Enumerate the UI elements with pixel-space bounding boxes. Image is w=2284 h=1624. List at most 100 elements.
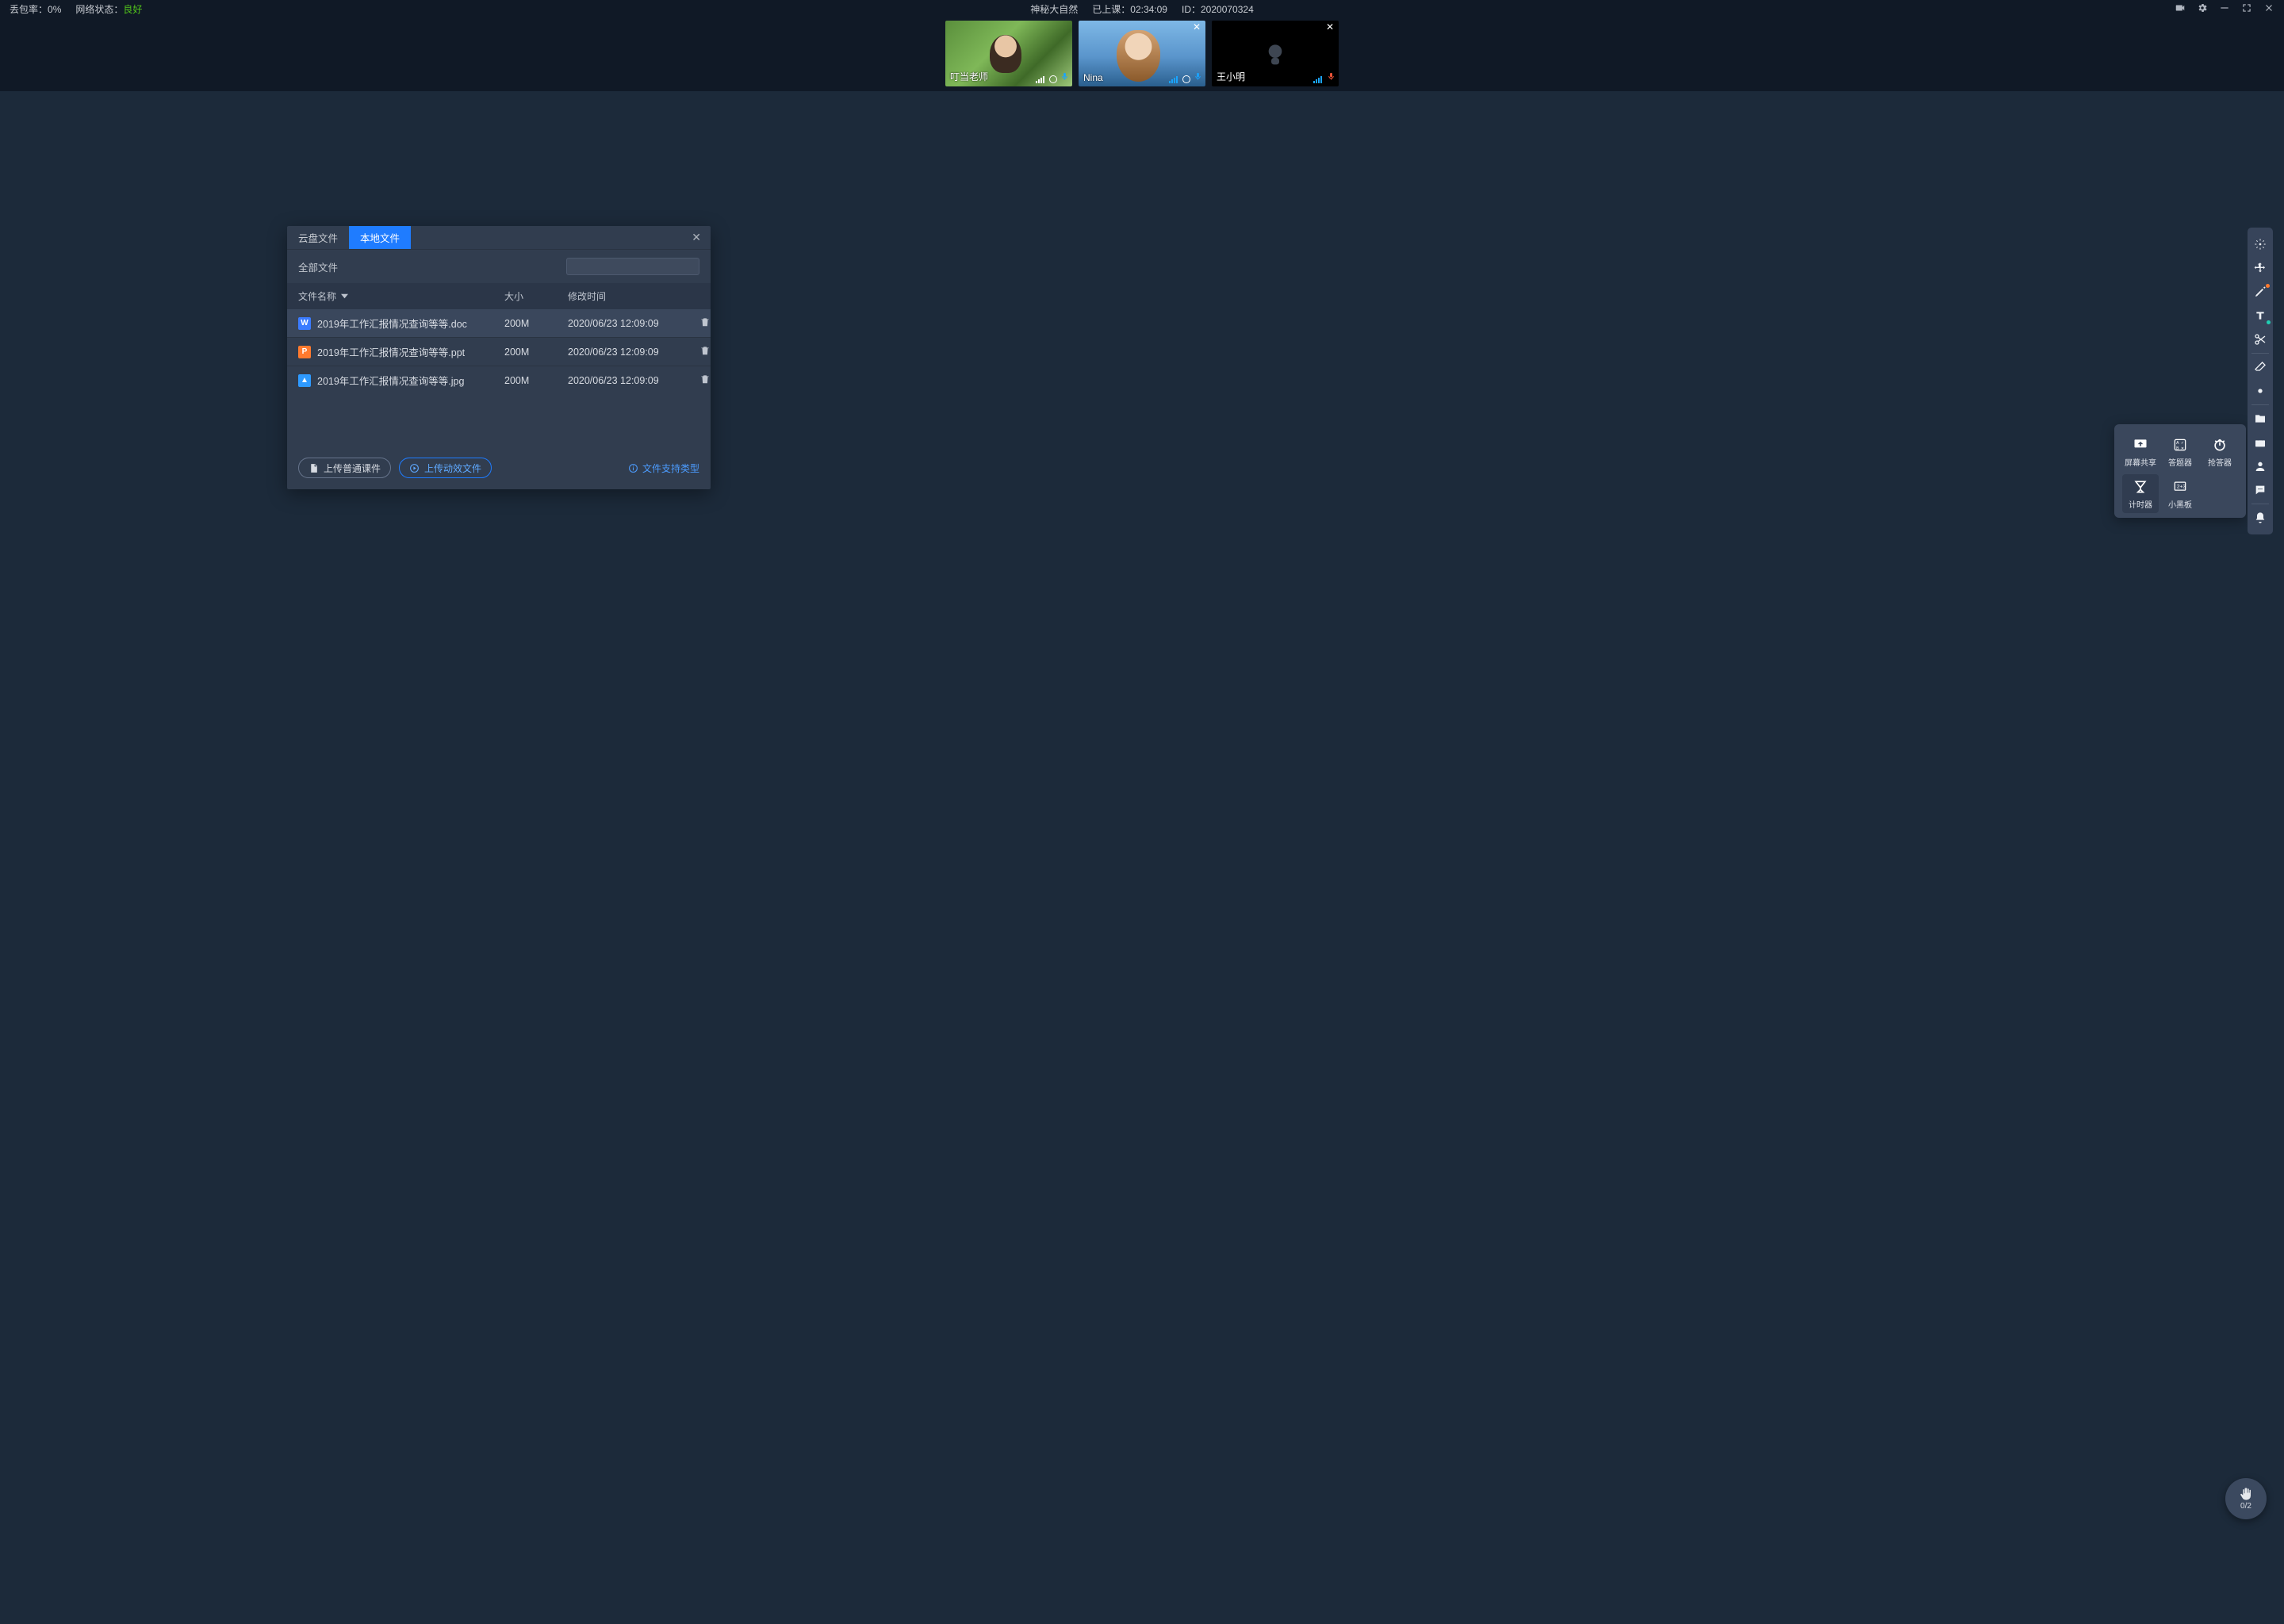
vt-folder-button[interactable] xyxy=(2248,407,2273,431)
vt-text-button[interactable] xyxy=(2248,304,2273,327)
all-files-label[interactable]: 全部文件 xyxy=(298,259,338,274)
play-icon xyxy=(409,463,420,473)
toolbox-label: 小黑板 xyxy=(2168,498,2192,510)
packet-loss: 丢包率：0% xyxy=(10,2,61,16)
file-name: 2019年工作汇报情况查询等等.doc xyxy=(317,316,467,331)
doc-icon xyxy=(308,463,319,473)
file-mtime: 2020/06/23 12:09:09 xyxy=(568,347,687,358)
network-status: 网络状态：良好 xyxy=(75,2,142,16)
file-mtime: 2020/06/23 12:09:09 xyxy=(568,318,687,329)
signal-bars-icon xyxy=(1169,76,1178,83)
col-size[interactable]: 大小 xyxy=(504,289,568,303)
class-duration: 已上课：02:34:09 xyxy=(1092,2,1167,16)
toolbox-screen_share[interactable]: 屏幕共享 xyxy=(2122,432,2159,471)
toolbox-label: 答题器 xyxy=(2168,456,2192,468)
room-id: ID：2020070324 xyxy=(1182,2,1254,16)
ppt-file-icon: P xyxy=(298,346,311,358)
video-strip: 叮当老师 ✕ Nina ✕ 王小明 xyxy=(0,17,2284,91)
camera-toggle-icon[interactable] xyxy=(2175,2,2186,16)
svg-text:2+3: 2+3 xyxy=(2177,485,2186,490)
file-row[interactable]: W 2019年工作汇报情况查询等等.doc 200M 2020/06/23 12… xyxy=(287,309,711,338)
camera-indicator-icon xyxy=(1049,75,1057,83)
toolbox-label: 计时器 xyxy=(2129,498,2152,510)
file-header: 文件名称 大小 修改时间 xyxy=(287,283,711,309)
mic-icon xyxy=(1194,71,1202,83)
file-dialog: 云盘文件 本地文件 ✕ 全部文件 文件名称 大小 修改时间 W 2019年工作汇… xyxy=(287,226,711,489)
hand-count: 0/2 xyxy=(2240,1502,2251,1511)
video-tile[interactable]: ✕ Nina xyxy=(1079,21,1205,86)
mic-icon xyxy=(1060,71,1069,83)
video-tile[interactable]: ✕ 王小明 xyxy=(1212,21,1339,86)
vt-pen-button[interactable] xyxy=(2248,280,2273,304)
tab-local-files[interactable]: 本地文件 xyxy=(349,226,411,249)
svg-text:A: A xyxy=(2176,441,2179,446)
toolbox-blackboard[interactable]: 2+3 小黑板 xyxy=(2162,474,2198,513)
close-icon[interactable] xyxy=(2263,2,2274,16)
svg-text:✕: ✕ xyxy=(2181,446,2184,451)
file-support-link[interactable]: 文件支持类型 xyxy=(628,462,699,475)
upload-fx-button[interactable]: 上传动效文件 xyxy=(399,458,492,478)
mic-icon xyxy=(1327,71,1336,83)
vt-scissors-button[interactable] xyxy=(2248,327,2273,351)
status-center: 神秘大自然 已上课：02:34:09 ID：2020070324 xyxy=(1030,2,1254,16)
dialog-close-icon[interactable]: ✕ xyxy=(682,231,711,244)
delete-file-icon[interactable] xyxy=(699,373,711,387)
tile-close-icon[interactable]: ✕ xyxy=(1191,22,1202,33)
col-mtime[interactable]: 修改时间 xyxy=(568,289,687,303)
hand-raise-button[interactable]: 0/2 xyxy=(2225,1478,2267,1519)
toolbox-label: 屏幕共享 xyxy=(2125,456,2156,468)
status-bar: 丢包率：0% 网络状态：良好 神秘大自然 已上课：02:34:09 ID：202… xyxy=(0,0,2284,17)
file-name: 2019年工作汇报情况查询等等.jpg xyxy=(317,373,464,388)
vertical-toolbar xyxy=(2248,228,2273,534)
file-size: 200M xyxy=(504,318,568,329)
status-left: 丢包率：0% 网络状态：良好 xyxy=(10,2,142,16)
vt-move-button[interactable] xyxy=(2248,256,2273,280)
tab-cloud-files[interactable]: 云盘文件 xyxy=(287,226,349,249)
toolbox-answer[interactable]: A✓B✕答题器 xyxy=(2162,432,2198,471)
file-size: 200M xyxy=(504,347,568,358)
camera-indicator-icon xyxy=(1182,75,1190,83)
doc-file-icon: W xyxy=(298,317,311,330)
toolbar-separator xyxy=(2251,404,2269,405)
vt-laser-button[interactable] xyxy=(2248,232,2273,256)
room-title: 神秘大自然 xyxy=(1030,2,1078,16)
tile-close-icon[interactable]: ✕ xyxy=(1324,22,1336,33)
sort-icon xyxy=(341,293,348,300)
settings-icon[interactable] xyxy=(2197,2,2208,16)
signal-bars-icon xyxy=(1036,76,1044,83)
toolbox-responder[interactable]: 抢答器 xyxy=(2202,432,2238,471)
file-mtime: 2020/06/23 12:09:09 xyxy=(568,375,687,386)
signal-bars-icon xyxy=(1313,76,1322,83)
vt-dot-button[interactable] xyxy=(2248,379,2273,403)
vt-bell-button[interactable] xyxy=(2248,506,2273,530)
hand-icon xyxy=(2239,1487,2253,1501)
delete-file-icon[interactable] xyxy=(699,345,711,358)
file-row[interactable]: ▲ 2019年工作汇报情况查询等等.jpg 200M 2020/06/23 12… xyxy=(287,366,711,394)
toolbox-label: 抢答器 xyxy=(2208,456,2232,468)
dialog-tabs: 云盘文件 本地文件 ✕ xyxy=(287,226,711,250)
fullscreen-icon[interactable] xyxy=(2241,2,2252,16)
video-tile[interactable]: 叮当老师 xyxy=(945,21,1072,86)
jpg-file-icon: ▲ xyxy=(298,374,311,387)
info-icon xyxy=(628,463,638,473)
minimize-icon[interactable] xyxy=(2219,2,2230,16)
file-row[interactable]: P 2019年工作汇报情况查询等等.ppt 200M 2020/06/23 12… xyxy=(287,338,711,366)
toolbox-panel: 屏幕共享A✓B✕答题器抢答器计时器2+3小黑板 xyxy=(2114,424,2246,518)
file-name: 2019年工作汇报情况查询等等.ppt xyxy=(317,344,465,359)
file-size: 200M xyxy=(504,375,568,386)
search-input[interactable] xyxy=(578,261,701,272)
vt-toolbox-button[interactable] xyxy=(2248,431,2273,454)
delete-file-icon[interactable] xyxy=(699,316,711,330)
upload-normal-button[interactable]: 上传普通课件 xyxy=(298,458,391,478)
vt-chat-button[interactable] xyxy=(2248,478,2273,502)
search-box[interactable] xyxy=(566,258,699,275)
vt-eraser-button[interactable] xyxy=(2248,355,2273,379)
toolbox-timer[interactable]: 计时器 xyxy=(2122,474,2159,513)
participant-name: Nina xyxy=(1083,72,1103,83)
vt-user-button[interactable] xyxy=(2248,454,2273,478)
toolbar-separator xyxy=(2251,353,2269,354)
participant-name: 王小明 xyxy=(1217,70,1245,83)
col-name[interactable]: 文件名称 xyxy=(298,289,504,303)
svg-text:✓: ✓ xyxy=(2181,441,2184,446)
participant-name: 叮当老师 xyxy=(950,70,988,83)
